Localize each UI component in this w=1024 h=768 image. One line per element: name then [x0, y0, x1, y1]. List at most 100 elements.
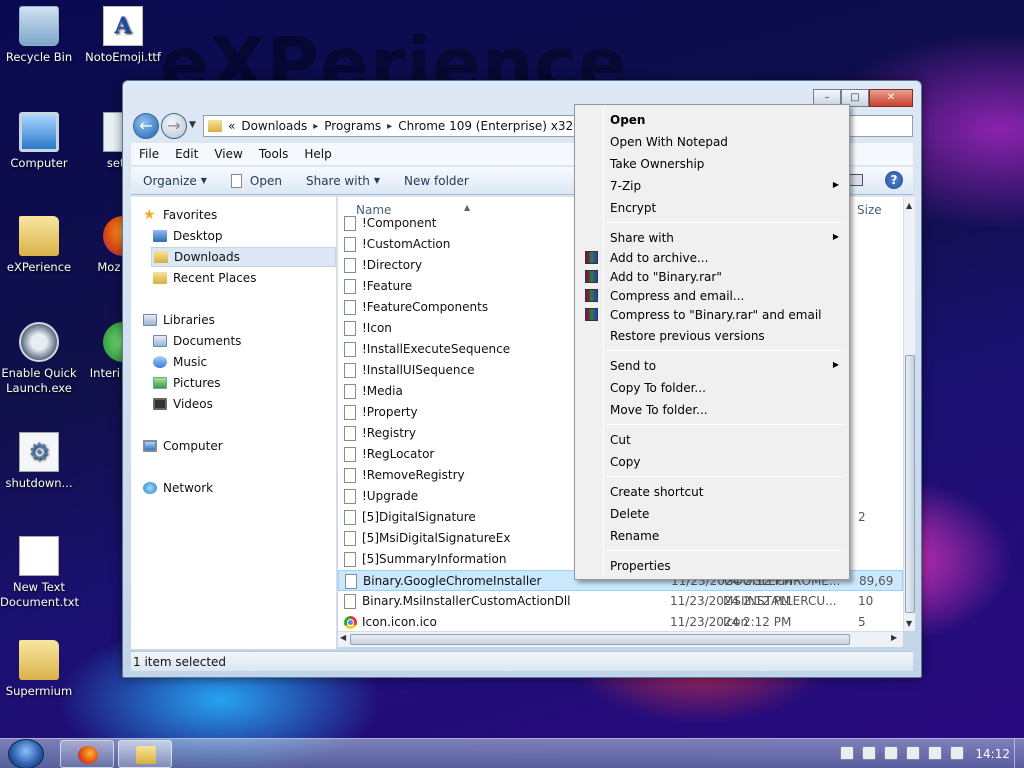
menu-separator — [607, 476, 845, 477]
nav-recent-places[interactable]: Recent Places — [153, 268, 256, 288]
menu-item-move-to-folder[interactable]: Move To folder... — [577, 399, 847, 421]
desktop-icon-7[interactable]: Enable Quick Launch.exe — [0, 322, 78, 396]
nav-videos-label: Videos — [173, 397, 213, 411]
nav-pictures[interactable]: Pictures — [153, 373, 221, 393]
menu-item-rename[interactable]: Rename — [577, 525, 847, 547]
taskbar-explorer-button[interactable] — [118, 740, 172, 768]
preview-pane-icon[interactable] — [849, 174, 863, 186]
status-text: 1 item selected — [133, 655, 227, 669]
nav-documents[interactable]: Documents — [153, 331, 241, 351]
open-button[interactable]: Open — [219, 173, 294, 188]
clock[interactable]: 14:12 — [975, 747, 1010, 761]
menu-item-share-with[interactable]: Share with ▶ — [577, 227, 847, 249]
taskbar: 14:12 — [0, 738, 1024, 768]
menu-item-open[interactable]: Open — [577, 109, 847, 131]
menu-item-compress-to-binary-rar-and-email[interactable]: Compress to "Binary.rar" and email — [577, 306, 847, 325]
menu-help[interactable]: Help — [296, 147, 339, 161]
file-name: !Property — [362, 405, 418, 419]
breadcrumb-programs[interactable]: Programs — [324, 119, 381, 133]
vertical-scrollbar[interactable]: ▲ ▼ — [903, 197, 915, 631]
table-row[interactable]: Icon.icon.ico 11/23/2024 2:12 PM Icon 5 — [338, 612, 903, 631]
show-desktop-button[interactable] — [1014, 739, 1024, 768]
start-button[interactable] — [8, 739, 44, 768]
address-overflow-chevron[interactable]: « — [228, 119, 235, 133]
flag-icon[interactable] — [884, 746, 898, 760]
monitor-icon[interactable] — [928, 746, 942, 760]
menu-item-label: Add to archive... — [610, 251, 709, 265]
back-button[interactable]: ← — [133, 113, 159, 139]
breadcrumb-separator-icon[interactable]: ▸ — [313, 121, 318, 132]
desktop-icon-9[interactable]: ⚙ shutdown... — [0, 432, 78, 491]
help-icon[interactable]: ? — [885, 171, 903, 189]
menu-item-add-to-binary-rar[interactable]: Add to "Binary.rar" — [577, 268, 847, 287]
libraries-icon — [143, 314, 157, 326]
document-tray-icon[interactable] — [862, 746, 876, 760]
menu-file[interactable]: File — [131, 147, 167, 161]
menu-item-encrypt[interactable]: Encrypt — [577, 197, 847, 219]
desktop-icon-label: Recycle Bin — [5, 50, 73, 64]
nav-computer[interactable]: Computer — [143, 436, 223, 456]
desktop-icon-11[interactable]: Supermium — [0, 640, 78, 699]
breadcrumb-chrome[interactable]: Chrome 109 (Enterprise) x32 — [398, 119, 573, 133]
nav-favorites[interactable]: ★ Favorites — [143, 205, 217, 225]
menu-item-add-to-archive[interactable]: Add to archive... — [577, 249, 847, 268]
menu-item-compress-and-email[interactable]: Compress and email... — [577, 287, 847, 306]
menu-item-properties[interactable]: Properties — [577, 555, 847, 577]
menu-item-label: Cut — [610, 433, 631, 447]
share-with-button[interactable]: Share with ▼ — [294, 174, 392, 188]
vertical-scroll-thumb[interactable] — [905, 355, 915, 613]
file-icon — [344, 426, 356, 441]
organize-button[interactable]: Organize ▼ — [131, 174, 219, 188]
scroll-up-icon[interactable]: ▲ — [906, 201, 912, 210]
context-menu: Open Open With Notepad Take Ownership 7-Zip… — [574, 104, 850, 580]
menu-item-delete[interactable]: Delete — [577, 503, 847, 525]
nav-downloads[interactable]: Downloads — [151, 247, 336, 267]
menu-item-7-zip[interactable]: 7-Zip ▶ — [577, 175, 847, 197]
nav-desktop[interactable]: Desktop — [153, 226, 223, 246]
menu-item-create-shortcut[interactable]: Create shortcut — [577, 481, 847, 503]
folder-icon — [208, 120, 222, 132]
desktop-icon-10[interactable]: New Text Document.txt — [0, 536, 79, 610]
menu-item-copy-to-folder[interactable]: Copy To folder... — [577, 377, 847, 399]
menu-item-cut[interactable]: Cut — [577, 429, 847, 451]
desktop-icon-label: eXPerience — [6, 260, 72, 274]
nav-network[interactable]: Network — [143, 478, 213, 498]
network-tray-icon[interactable] — [840, 746, 854, 760]
breadcrumb-downloads[interactable]: Downloads — [241, 119, 307, 133]
nav-libraries[interactable]: Libraries — [143, 310, 215, 330]
table-row[interactable]: Binary.MsiInstallerCustomActionDll 11/23/… — [338, 591, 903, 612]
nav-music[interactable]: Music — [153, 352, 207, 372]
file-name: Icon.icon.ico — [362, 615, 437, 629]
volume-muted-icon[interactable] — [950, 746, 964, 760]
scroll-down-icon[interactable]: ▼ — [906, 619, 912, 628]
menu-item-label: Take Ownership — [610, 157, 705, 171]
desktop-icon-5[interactable]: eXPerience — [0, 216, 78, 275]
horizontal-scrollbar[interactable]: ◀ ▶ — [338, 631, 903, 647]
menu-item-open-with-notepad[interactable]: Open With Notepad — [577, 131, 847, 153]
menu-tools[interactable]: Tools — [251, 147, 297, 161]
new-folder-button[interactable]: New folder — [392, 174, 481, 188]
forward-button[interactable]: → — [161, 113, 187, 139]
menu-item-send-to[interactable]: Send to ▶ — [577, 355, 847, 377]
menu-edit[interactable]: Edit — [167, 147, 206, 161]
winrar-icon — [585, 289, 598, 302]
menu-item-restore-previous-versions[interactable]: Restore previous versions — [577, 325, 847, 347]
nav-videos[interactable]: Videos — [153, 394, 213, 414]
menu-item-take-ownership[interactable]: Take Ownership — [577, 153, 847, 175]
desktop-icon-1[interactable]: Recycle Bin — [0, 6, 78, 65]
horizontal-scroll-thumb[interactable] — [350, 634, 850, 645]
recent-pages-dropdown-icon[interactable]: ▼ — [189, 120, 196, 130]
nav-desktop-label: Desktop — [173, 229, 223, 243]
close-button[interactable]: ✕ — [869, 89, 913, 107]
scroll-left-icon[interactable]: ◀ — [340, 633, 346, 642]
file-icon — [344, 300, 356, 315]
menu-view[interactable]: View — [206, 147, 250, 161]
scroll-right-icon[interactable]: ▶ — [891, 633, 897, 642]
taskbar-firefox-button[interactable] — [60, 740, 114, 768]
check-icon[interactable] — [906, 746, 920, 760]
breadcrumb-separator-icon[interactable]: ▸ — [387, 121, 392, 132]
menu-item-copy[interactable]: Copy — [577, 451, 847, 473]
file-icon — [344, 342, 356, 357]
desktop-icon-2[interactable]: A NotoEmoji.ttf — [84, 6, 162, 65]
desktop-icon-3[interactable]: Computer — [0, 112, 78, 171]
